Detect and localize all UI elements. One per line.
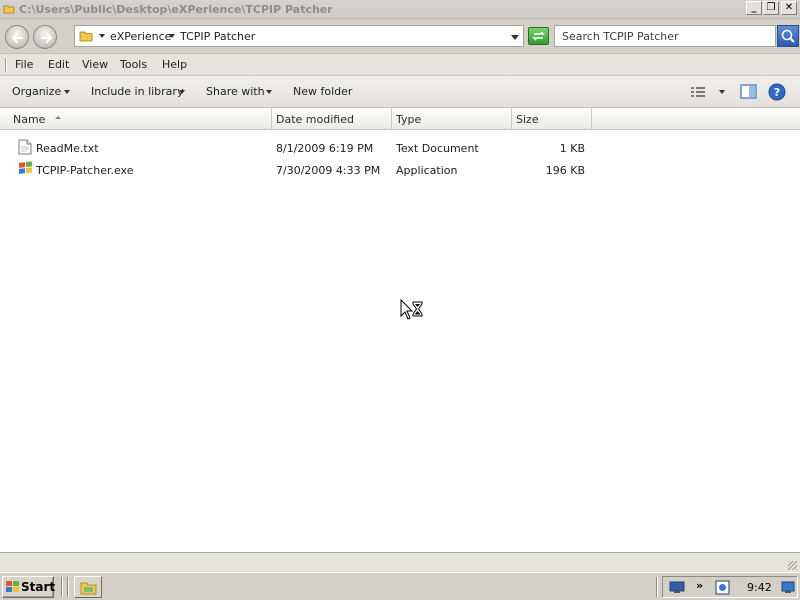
minimize-button[interactable]: _	[746, 1, 762, 15]
file-size: 196 KB	[545, 164, 585, 177]
menu-grip	[5, 58, 7, 72]
breadcrumb-item[interactable]: TCPIP Patcher	[180, 30, 255, 43]
column-header-label: Type	[396, 113, 422, 126]
column-header-date[interactable]: Date modified	[272, 108, 392, 130]
search-placeholder: Search TCPIP Patcher	[562, 30, 679, 43]
taskbar-separator	[67, 577, 69, 597]
search-icon	[781, 29, 795, 43]
column-header-label: Size	[516, 113, 539, 126]
folder-icon	[79, 31, 93, 42]
file-row[interactable]: TCPIP-Patcher.exe 7/30/2009 4:33 PM Appl…	[0, 159, 800, 181]
search-button[interactable]	[777, 25, 799, 47]
menu-edit[interactable]: Edit	[48, 58, 69, 71]
file-date: 7/30/2009 4:33 PM	[276, 164, 381, 177]
start-button[interactable]: Start	[2, 576, 56, 598]
folder-icon	[3, 5, 15, 14]
menu-view[interactable]: View	[82, 58, 108, 71]
share-with-dropdown-icon[interactable]	[266, 90, 272, 94]
status-bar	[0, 552, 800, 572]
file-size: 1 KB	[559, 142, 585, 155]
taskbar-separator	[656, 577, 658, 597]
search-input[interactable]: Search TCPIP Patcher	[554, 25, 776, 47]
sort-ascending-icon	[55, 116, 61, 119]
folder-icon	[80, 582, 97, 595]
forward-arrow-icon	[40, 32, 53, 44]
windows-logo-icon	[6, 581, 19, 592]
breadcrumb-arrow-icon[interactable]	[169, 34, 175, 38]
column-header-label: Date modified	[276, 113, 354, 126]
navigation-bar: eXPerience TCPIP Patcher Search TCPIP Pa…	[0, 19, 800, 54]
close-button[interactable]: ✕	[781, 1, 797, 15]
view-options-icon[interactable]	[690, 85, 706, 99]
file-date: 8/1/2009 6:19 PM	[276, 142, 374, 155]
busy-cursor-icon	[400, 299, 423, 320]
file-name: ReadMe.txt	[36, 142, 99, 155]
breadcrumb-arrow-icon[interactable]	[99, 34, 105, 38]
forward-button[interactable]	[33, 25, 57, 49]
start-label: Start	[21, 580, 56, 594]
clock[interactable]: 9:42	[747, 581, 772, 594]
column-header-label: Name	[13, 113, 46, 126]
explorer-taskbar-button[interactable]	[74, 576, 102, 598]
column-headers: Name Date modified Type Size	[0, 108, 800, 130]
command-bar: Organize Include in library Share with N…	[0, 76, 800, 108]
title-bar: C:\Users\Public\Desktop\eXPerience\TCPIP…	[0, 0, 800, 19]
back-arrow-icon	[11, 32, 24, 44]
resize-grip[interactable]	[788, 561, 797, 570]
taskbar: Start » 9:42	[0, 572, 800, 600]
preview-pane-icon[interactable]	[740, 84, 757, 99]
show-desktop-icon[interactable]	[781, 581, 795, 594]
menu-tools[interactable]: Tools	[120, 58, 147, 71]
menu-file[interactable]: File	[15, 58, 33, 71]
network-icon[interactable]	[669, 581, 685, 594]
include-in-library-button[interactable]: Include in library	[91, 85, 183, 98]
new-folder-button[interactable]: New folder	[293, 85, 352, 98]
restore-icon: ❐	[766, 2, 776, 13]
minimize-icon: _	[751, 2, 757, 13]
file-type: Text Document	[396, 142, 479, 155]
taskbar-separator	[61, 577, 63, 597]
file-row[interactable]: ReadMe.txt 8/1/2009 6:19 PM Text Documen…	[0, 137, 800, 159]
back-button[interactable]	[5, 25, 29, 49]
text-file-icon	[18, 139, 32, 155]
window-title: C:\Users\Public\Desktop\eXPerience\TCPIP…	[19, 3, 333, 16]
column-header-type[interactable]: Type	[392, 108, 512, 130]
column-header-size[interactable]: Size	[512, 108, 592, 130]
menu-help[interactable]: Help	[162, 58, 187, 71]
include-library-dropdown-icon[interactable]	[179, 90, 185, 94]
column-header-name[interactable]: Name	[9, 108, 272, 130]
svg-text:?: ?	[774, 86, 780, 99]
menu-bar: File Edit View Tools Help	[0, 54, 800, 76]
close-icon: ✕	[784, 2, 794, 13]
address-bar[interactable]: eXPerience TCPIP Patcher	[74, 25, 524, 47]
system-tray: » 9:42	[662, 576, 798, 598]
application-icon	[19, 161, 32, 174]
refresh-icon	[532, 31, 545, 41]
breadcrumb-item[interactable]: eXPerience	[110, 30, 171, 43]
show-hidden-icons-button[interactable]: »	[696, 579, 703, 592]
organize-button[interactable]: Organize	[12, 85, 61, 98]
refresh-button[interactable]	[528, 27, 549, 45]
help-icon[interactable]: ?	[768, 83, 786, 101]
action-center-icon[interactable]	[715, 580, 730, 595]
share-with-button[interactable]: Share with	[206, 85, 265, 98]
address-dropdown-icon[interactable]	[511, 35, 519, 40]
file-list: ReadMe.txt 8/1/2009 6:19 PM Text Documen…	[0, 130, 800, 552]
file-name: TCPIP-Patcher.exe	[36, 164, 134, 177]
organize-dropdown-icon[interactable]	[64, 90, 70, 94]
file-type: Application	[396, 164, 458, 177]
restore-button[interactable]: ❐	[763, 1, 779, 15]
view-dropdown-icon[interactable]	[719, 90, 725, 94]
